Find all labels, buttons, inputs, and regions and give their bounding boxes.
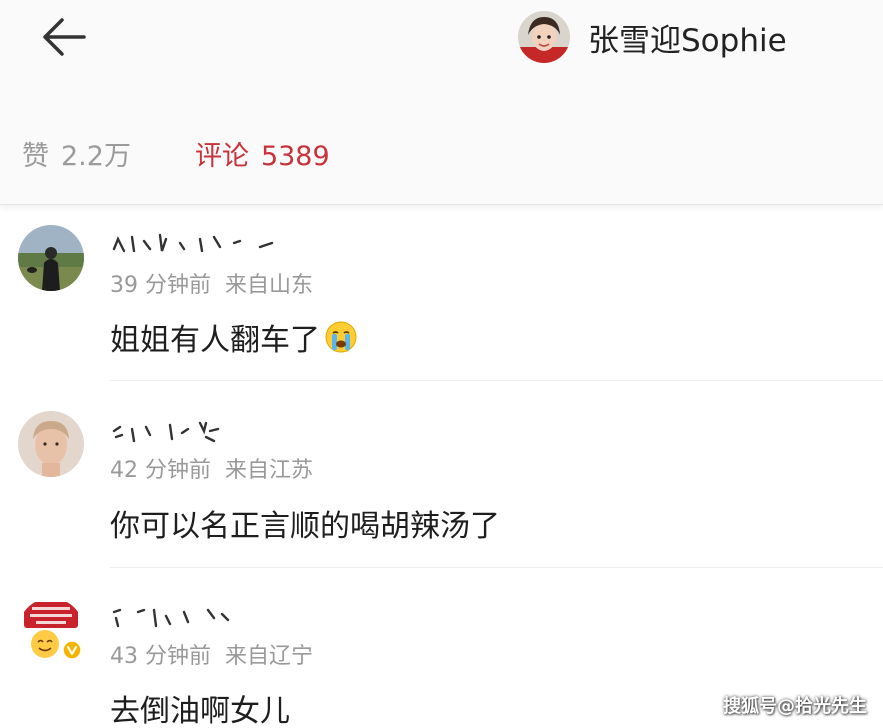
comment-meta: 39 分钟前 来自山东: [110, 267, 313, 299]
comment-text: 去倒油啊女儿: [110, 694, 290, 728]
comment-text-row: 姐姐有人翻车了: [110, 315, 358, 359]
likes-tab[interactable]: 赞 2.2万: [22, 134, 131, 173]
comments-count: 5389: [260, 141, 330, 172]
comment-text-row: 去倒油啊女儿: [110, 686, 290, 728]
comment-item: 39 分钟前 来自山东 姐姐有人翻车了: [0, 205, 883, 381]
comments-label: 评论: [194, 141, 249, 172]
comment-text: 姐姐有人翻车了: [110, 323, 320, 358]
verified-v-icon: [62, 640, 82, 660]
author-profile[interactable]: 张雪迎Sophie: [518, 10, 787, 64]
comment-text-row: 你可以名正言顺的喝胡辣汤了: [110, 501, 500, 545]
comment-location: 来自辽宁: [225, 644, 314, 669]
author-name[interactable]: 张雪迎Sophie: [588, 15, 787, 60]
comments-tab[interactable]: 评论 5389: [195, 134, 330, 173]
crying-face-icon: [324, 320, 358, 354]
comment-text: 你可以名正言顺的喝胡辣汤了: [110, 509, 500, 544]
commenter-avatar[interactable]: [18, 225, 84, 291]
author-avatar[interactable]: [518, 11, 570, 63]
commenter-name-redacted[interactable]: [110, 419, 310, 445]
commenter-name-redacted[interactable]: [110, 229, 310, 255]
comment-meta: 43 分钟前 来自辽宁: [110, 638, 313, 670]
likes-count: 2.2万: [61, 141, 131, 172]
comment-time: 42 分钟前: [110, 458, 211, 483]
comment-location: 来自江苏: [225, 458, 314, 483]
stats-bar: 赞 2.2万 评论 5389: [22, 134, 330, 173]
comment-item: 42 分钟前 来自江苏 你可以名正言顺的喝胡辣汤了: [0, 381, 883, 568]
likes-label: 赞: [22, 141, 49, 172]
comment-time: 39 分钟前: [110, 273, 211, 298]
comment-location: 来自山东: [225, 273, 314, 298]
commenter-avatar[interactable]: [18, 411, 84, 477]
post-header: 张雪迎Sophie 赞 2.2万 评论 5389: [0, 0, 883, 205]
comment-time: 43 分钟前: [110, 644, 211, 669]
commenter-name-redacted[interactable]: [110, 604, 310, 630]
back-button[interactable]: [36, 14, 92, 60]
arrow-left-icon: [43, 18, 86, 56]
comment-meta: 42 分钟前 来自江苏: [110, 452, 313, 484]
watermark: 搜狐号@拾光先生: [723, 696, 867, 717]
